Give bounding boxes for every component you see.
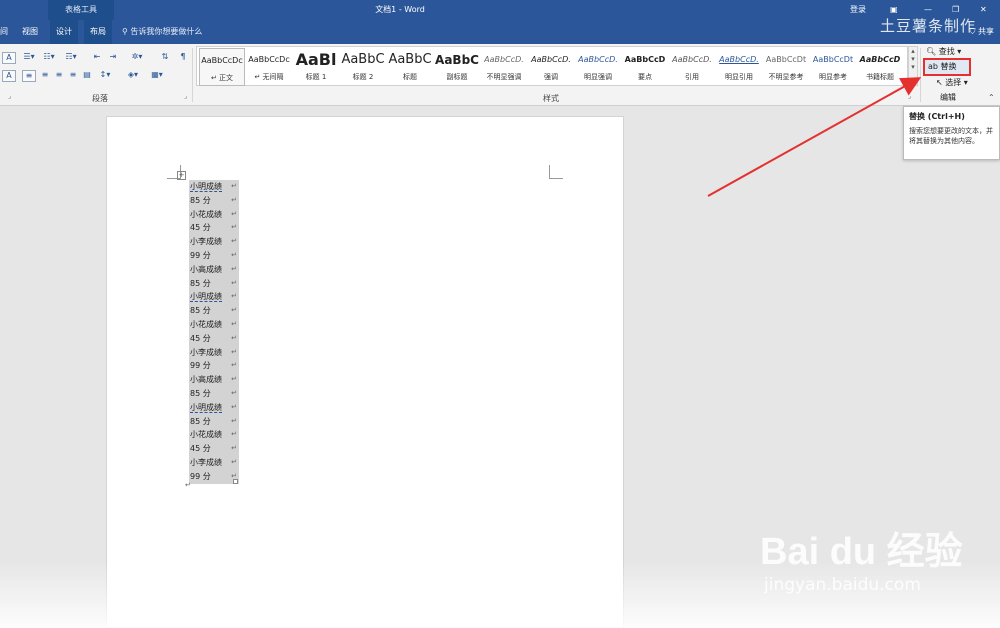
author-watermark: 土豆薯条制作 [880,17,977,35]
baidu-jingyan-watermark: Bai du 经验 jingyan.baidu.com [760,520,1000,610]
baidu-url: jingyan.baidu.com [764,575,921,595]
baidu-logo: Bai du 经验 [760,531,963,573]
